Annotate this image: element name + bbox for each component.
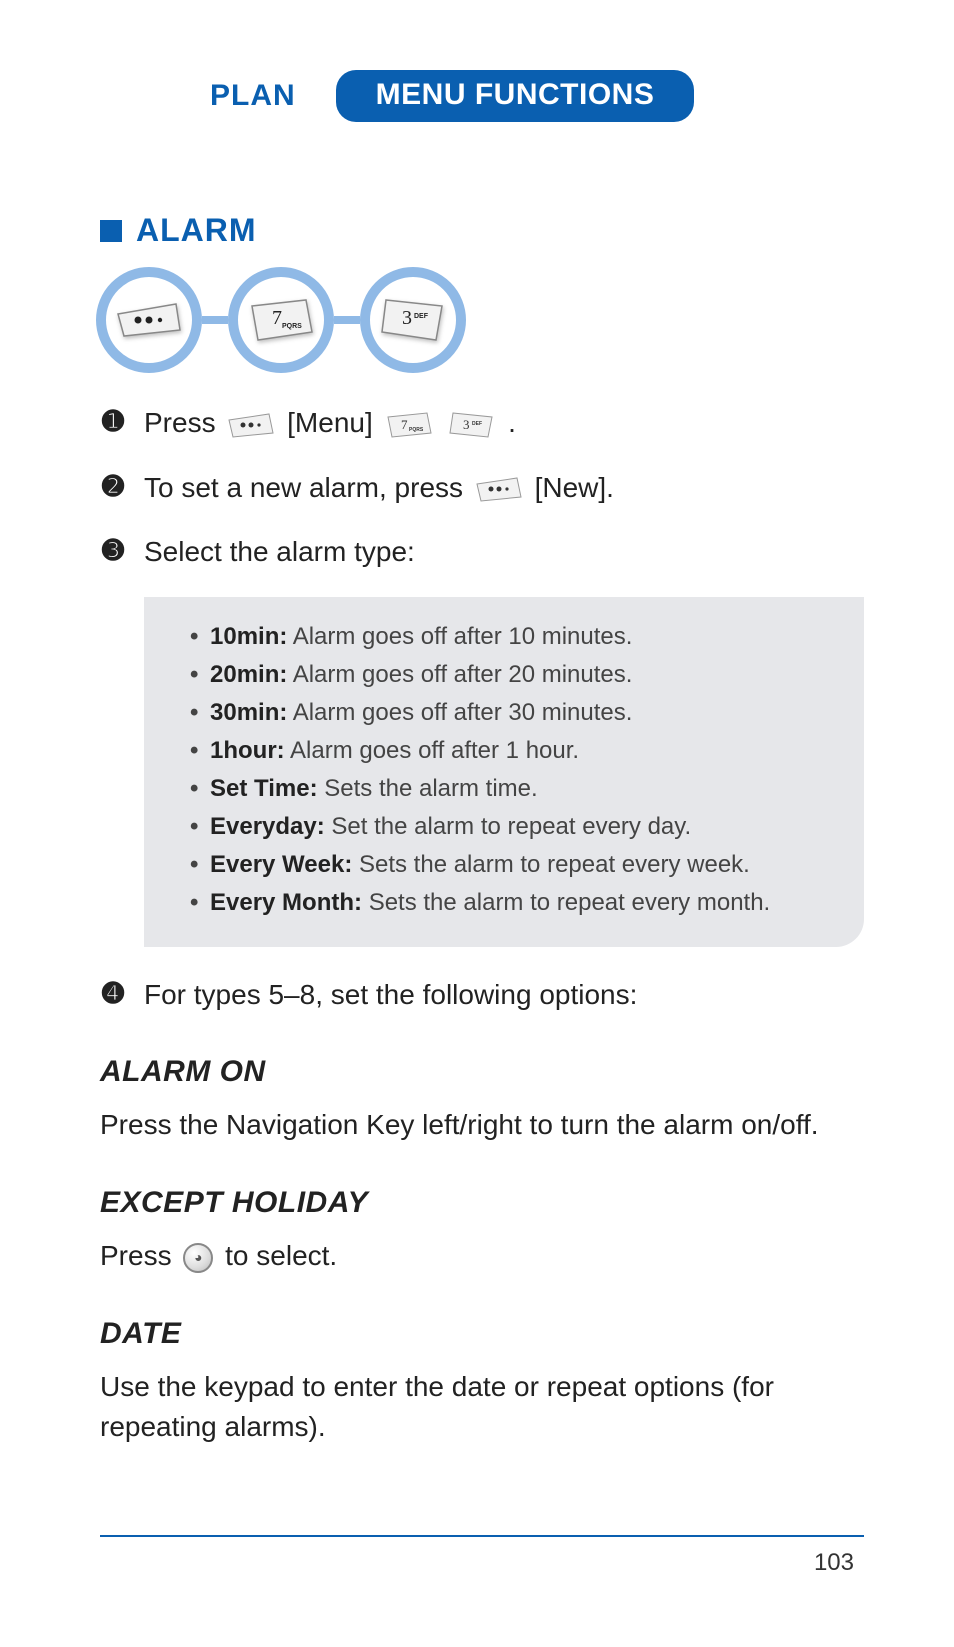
type-desc: Set the alarm to repeat every day. xyxy=(331,813,691,840)
list-item: 1hour: Alarm goes off after 1 hour. xyxy=(190,733,836,769)
step-number: ➊ xyxy=(100,403,126,441)
svg-text:DEF: DEF xyxy=(472,421,482,427)
step-body: Select the alarm type: xyxy=(144,532,864,573)
plan-label: PLAN xyxy=(210,79,296,113)
type-label: Every Month: xyxy=(210,889,362,916)
alarm-on-heading: ALARM ON xyxy=(100,1055,864,1089)
steps-list: ➊ Press [Menu] 7PQRS 3DEF . ➋ To set a n… xyxy=(100,403,864,1015)
square-bullet-icon xyxy=(100,220,122,242)
three-key-icon: 3DEF xyxy=(448,411,496,439)
except-holiday-heading: EXCEPT HOLIDAY xyxy=(100,1186,864,1220)
alarm-types-box: 10min: Alarm goes off after 10 minutes. … xyxy=(144,597,864,947)
type-desc: Alarm goes off after 10 minutes. xyxy=(293,623,633,650)
menu-key-icon xyxy=(475,475,523,503)
step-number: ➍ xyxy=(100,975,126,1013)
ok-round-key-icon: ◕ xyxy=(183,1243,213,1273)
except-holiday-body: Press ◕ to select. xyxy=(100,1236,864,1277)
svg-text:3: 3 xyxy=(402,307,412,329)
list-item: 30min: Alarm goes off after 30 minutes. xyxy=(190,695,836,731)
type-label: 1hour: xyxy=(210,737,285,764)
type-desc: Alarm goes off after 1 hour. xyxy=(290,737,579,764)
type-label: Set Time: xyxy=(210,775,318,802)
section-title-row: ALARM xyxy=(100,212,864,249)
key-connector xyxy=(334,316,360,324)
menu-functions-pill: MENU FUNCTIONS xyxy=(336,70,695,122)
three-key-icon: 3 DEF xyxy=(380,298,446,342)
svg-text:DEF: DEF xyxy=(414,313,429,320)
step-number: ➋ xyxy=(100,468,126,506)
step-4: ➍ For types 5–8, set the following optio… xyxy=(100,975,864,1016)
svg-text:3: 3 xyxy=(463,417,470,432)
type-desc: Sets the alarm time. xyxy=(324,775,537,802)
header-row: PLAN MENU FUNCTIONS xyxy=(210,70,864,122)
text: to select. xyxy=(225,1240,337,1271)
step-body: Press [Menu] 7PQRS 3DEF . xyxy=(144,403,864,444)
list-item: Every Month: Sets the alarm to repeat ev… xyxy=(190,885,836,921)
text: . xyxy=(508,407,516,438)
text: [Menu] xyxy=(287,407,380,438)
page: PLAN MENU FUNCTIONS ALARM 7 PQRS 3 xyxy=(0,0,954,1647)
key-circle-menu xyxy=(96,267,202,373)
list-item: Everyday: Set the alarm to repeat every … xyxy=(190,809,836,845)
svg-text:7: 7 xyxy=(401,417,408,432)
list-item: 20min: Alarm goes off after 20 minutes. xyxy=(190,657,836,693)
page-number: 103 xyxy=(814,1549,854,1577)
type-label: 20min: xyxy=(210,661,287,688)
list-item: 10min: Alarm goes off after 10 minutes. xyxy=(190,619,836,655)
type-desc: Alarm goes off after 30 minutes. xyxy=(293,699,633,726)
list-item: Every Week: Sets the alarm to repeat eve… xyxy=(190,847,836,883)
text: To set a new alarm, press xyxy=(144,472,471,503)
type-label: Everyday: xyxy=(210,813,325,840)
type-desc: Sets the alarm to repeat every month. xyxy=(369,889,771,916)
section-title: ALARM xyxy=(136,212,257,249)
type-desc: Alarm goes off after 20 minutes. xyxy=(293,661,633,688)
type-label: Every Week: xyxy=(210,851,352,878)
svg-text:PQRS: PQRS xyxy=(282,323,302,330)
seven-key-icon: 7PQRS xyxy=(385,411,433,439)
type-label: 10min: xyxy=(210,623,287,650)
step-2: ➋ To set a new alarm, press [New]. xyxy=(100,468,864,509)
step-body: To set a new alarm, press [New]. xyxy=(144,468,864,509)
text: [New]. xyxy=(535,472,614,503)
key-circle-3: 3 DEF xyxy=(360,267,466,373)
menu-key-icon xyxy=(227,411,275,439)
alarm-on-body: Press the Navigation Key left/right to t… xyxy=(100,1105,864,1146)
list-item: Set Time: Sets the alarm time. xyxy=(190,771,836,807)
type-label: 30min: xyxy=(210,699,287,726)
menu-key-icon xyxy=(116,300,182,340)
footer-rule xyxy=(100,1535,864,1537)
step-body: For types 5–8, set the following options… xyxy=(144,975,864,1016)
seven-key-icon: 7 PQRS xyxy=(248,298,314,342)
key-connector xyxy=(202,316,228,324)
svg-text:PQRS: PQRS xyxy=(409,427,424,433)
text: Press xyxy=(144,407,223,438)
text: Press xyxy=(100,1240,179,1271)
type-desc: Sets the alarm to repeat every week. xyxy=(359,851,750,878)
date-body: Use the keypad to enter the date or repe… xyxy=(100,1367,864,1448)
svg-text:7: 7 xyxy=(272,307,282,329)
key-circle-7: 7 PQRS xyxy=(228,267,334,373)
step-1: ➊ Press [Menu] 7PQRS 3DEF . xyxy=(100,403,864,444)
step-3: ➌ Select the alarm type: xyxy=(100,532,864,573)
step-number: ➌ xyxy=(100,532,126,570)
alarm-types-list: 10min: Alarm goes off after 10 minutes. … xyxy=(190,619,836,921)
key-sequence: 7 PQRS 3 DEF xyxy=(96,267,864,373)
date-heading: DATE xyxy=(100,1317,864,1351)
